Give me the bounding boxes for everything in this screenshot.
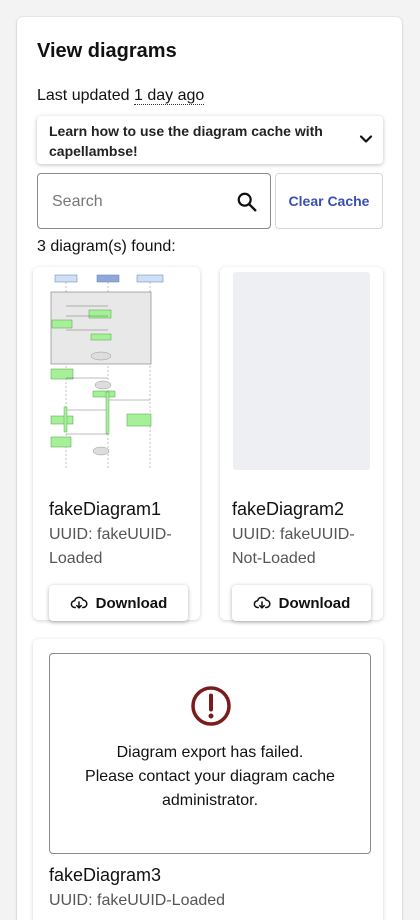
error-message: Diagram export has failed. Please contac… — [50, 741, 370, 813]
error-message-line1: Diagram export has failed. — [116, 744, 304, 761]
diagram-name: fakeDiagram3 — [49, 865, 162, 885]
download-label: Download — [95, 594, 168, 612]
diagram-name: fakeDiagram2 — [232, 499, 345, 519]
cloud-download-icon — [253, 596, 271, 609]
export-error-box: Diagram export has failed. Please contac… — [49, 653, 371, 854]
diagram-uuid-line2: Not-Loaded — [232, 550, 316, 567]
last-updated: Last updated 1 day ago — [37, 87, 205, 105]
last-updated-label: Last updated — [37, 87, 130, 104]
diagram-card: fakeDiagram1 UUID: fakeUUID- Loaded Down… — [33, 267, 200, 621]
diagram-card: fakeDiagram2 UUID: fakeUUID- Not-Loaded … — [220, 267, 383, 621]
page-title: View diagrams — [37, 40, 177, 62]
diagram-name: fakeDiagram1 — [49, 499, 162, 519]
howto-expander[interactable]: Learn how to use the diagram cache with … — [37, 116, 383, 164]
download-label: Download — [278, 594, 351, 612]
chevron-down-icon — [359, 135, 373, 143]
search-box — [37, 173, 271, 229]
clear-cache-button[interactable]: Clear Cache — [275, 173, 383, 229]
error-message-line3: administrator. — [161, 792, 259, 809]
download-button[interactable]: Download — [49, 585, 188, 621]
diagram-panel: View diagrams Last updated 1 day ago Lea… — [17, 17, 402, 920]
howto-label-line1: Learn how to use the diagram cache with — [49, 123, 323, 139]
results-count: 3 diagram(s) found: — [37, 238, 176, 255]
download-button[interactable]: Download — [232, 585, 371, 621]
search-input[interactable] — [52, 189, 222, 215]
diagram-thumbnail[interactable] — [49, 272, 185, 470]
diagram-card: Diagram export has failed. Please contac… — [33, 639, 383, 920]
error-message-line2: Please contact your diagram cache — [85, 768, 335, 785]
diagram-uuid-line2: Loaded — [49, 550, 103, 567]
diagram-uuid-line1: UUID: fakeUUID- — [49, 526, 172, 543]
cloud-download-icon — [70, 596, 88, 609]
diagram-uuid: UUID: fakeUUID-Loaded — [49, 892, 226, 909]
search-icon[interactable] — [236, 191, 258, 213]
howto-label-line2: capellambse! — [49, 143, 138, 159]
last-updated-value: 1 day ago — [133, 87, 205, 105]
diagram-thumbnail-placeholder — [233, 272, 370, 470]
diagram-uuid-line1: UUID: fakeUUID- — [232, 526, 355, 543]
error-icon — [191, 686, 231, 726]
